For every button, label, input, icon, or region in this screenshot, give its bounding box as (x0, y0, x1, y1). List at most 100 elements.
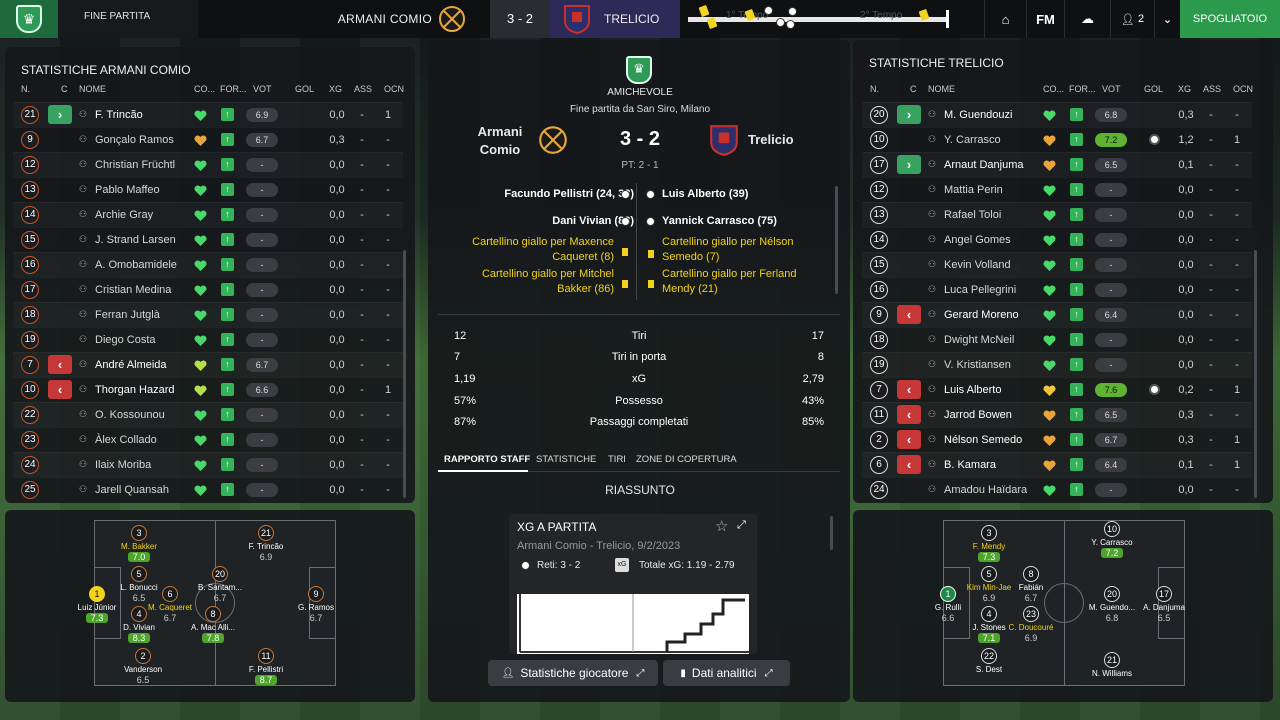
player-row[interactable]: 23 ⚇ Àlex Collado ↑ -0,0- - (13, 427, 403, 452)
home-table-scrollbar[interactable] (403, 250, 406, 498)
player-row[interactable]: 13 ⚇ Rafael Toloi ↑ -0,0- - (862, 202, 1252, 227)
player-name[interactable]: Luis Alberto (944, 384, 1001, 396)
col-header-name[interactable]: NOME (928, 84, 955, 94)
pitch-player[interactable]: 23 C. Doucouré 6.9 (996, 606, 1066, 643)
player-row[interactable]: 13 ⚇ Pablo Maffeo ↑ -0,0- - (13, 177, 403, 202)
expand-icon[interactable]: ⤢ (737, 519, 746, 532)
player-name[interactable]: B. Kamara (944, 459, 996, 471)
player-name[interactable]: Archie Gray (95, 209, 153, 221)
player-name[interactable]: Angel Gomes (944, 234, 1011, 246)
player-row[interactable]: 18 ⚇ Dwight McNeil ↑ -0,0- - (862, 327, 1252, 352)
pitch-player[interactable]: 17 A. Danjuma 6.5 (1129, 586, 1199, 623)
player-name[interactable]: André Almeida (95, 359, 167, 371)
tab-statistics[interactable]: STATISTICHE (536, 454, 596, 465)
player-name[interactable]: M. Guendouzi (944, 109, 1012, 121)
star-icon[interactable]: ☆ (715, 517, 728, 535)
player-name[interactable]: Diego Costa (95, 334, 156, 346)
col-header-vot[interactable]: VOT (1102, 84, 1121, 94)
player-name[interactable]: J. Strand Larsen (95, 234, 176, 246)
competition-logo[interactable]: ♛ (0, 0, 58, 38)
summary-scrollbar[interactable] (830, 516, 833, 550)
tab-coverage-zones[interactable]: ZONE DI COPERTURA (636, 454, 737, 465)
player-name[interactable]: Jarrod Bowen (944, 409, 1012, 421)
player-name[interactable]: O. Kossounou (95, 409, 165, 421)
col-header-ass[interactable]: ASS (354, 84, 372, 94)
col-header-vot[interactable]: VOT (253, 84, 272, 94)
player-row[interactable]: 9 ‹ ⚇ Gerard Moreno ↑ 6.4 0,0 - - (862, 302, 1252, 327)
player-row[interactable]: 7 ‹ ⚇ André Almeida ↑ 6.7 0,0 - - (13, 352, 403, 377)
player-row[interactable]: 15 ⚇ J. Strand Larsen ↑ -0,0- - (13, 227, 403, 252)
player-row[interactable]: 14 ⚇ Archie Gray ↑ -0,0- - (13, 202, 403, 227)
player-stats-button[interactable]: 👤︎ Statistiche giocatore ⤢ (488, 660, 658, 686)
player-name[interactable]: Thorgan Hazard (95, 384, 175, 396)
people-button[interactable]: 👤︎ 2 (1110, 0, 1154, 38)
dressing-room-button[interactable]: SPOGLIATOIO (1180, 0, 1280, 38)
player-row[interactable]: 11 ‹ ⚇ Jarrod Bowen ↑ 6.5 0,3 - - (862, 402, 1252, 427)
pitch-player[interactable]: 3 F. Mendy 7.3 (954, 525, 1024, 562)
col-header-c[interactable]: C (61, 84, 68, 94)
player-row[interactable]: 16 ⚇ A. Omobamidele ↑ -0,0- - (13, 252, 403, 277)
player-name[interactable]: Gerard Moreno (944, 309, 1019, 321)
player-name[interactable]: F. Trincão (95, 109, 143, 121)
away-table-scrollbar[interactable] (1254, 250, 1257, 498)
pitch-player[interactable]: 10 Y. Carrasco 7.2 (1077, 521, 1147, 558)
tab-staff-report[interactable]: RAPPORTO STAFF (444, 454, 530, 465)
player-name[interactable]: Christian Früchtl (95, 159, 175, 171)
col-header-co[interactable]: CO... (1043, 84, 1064, 94)
col-header-gol[interactable]: GOL (1144, 84, 1163, 94)
pitch-player[interactable]: 21 F. Trincão 6.9 (231, 525, 301, 562)
player-name[interactable]: Luca Pellegrini (944, 284, 1016, 296)
player-row[interactable]: 16 ⚇ Luca Pellegrini ↑ -0,0- - (862, 277, 1252, 302)
col-header-co[interactable]: CO... (194, 84, 215, 94)
scoreboard[interactable]: ARMANI COMIO 3 - 2 TRELICIO (300, 0, 680, 38)
player-row[interactable]: 20 › ⚇ M. Guendouzi ↑ 6.8 0,3 - - (862, 102, 1252, 127)
col-header-name[interactable]: NOME (79, 84, 106, 94)
pitch-player[interactable]: 4 D. Vivian 8.3 (104, 606, 174, 643)
player-row[interactable]: 12 ⚇ Mattia Perin ↑ -0,0- - (862, 177, 1252, 202)
col-header-xg[interactable]: XG (329, 84, 342, 94)
analytics-button[interactable]: ▮ Dati analitici ⤢ (663, 660, 790, 686)
col-header-for[interactable]: FOR... (220, 84, 247, 94)
fm-button[interactable]: FM (1026, 0, 1064, 38)
tab-shots[interactable]: TIRI (608, 454, 626, 465)
player-name[interactable]: Cristian Medina (95, 284, 171, 296)
pitch-player[interactable]: 21 N. Williams (1077, 652, 1147, 678)
player-name[interactable]: Ferran Jutglà (95, 309, 160, 321)
player-name[interactable]: Jarell Quansah (95, 484, 169, 496)
player-row[interactable]: 17 › ⚇ Arnaut Danjuma ↑ 6.5 0,1 - - (862, 152, 1252, 177)
player-row[interactable]: 2 ‹ ⚇ Nélson Semedo ↑ 6.7 0,3 - 1 (862, 427, 1252, 452)
pitch-player[interactable]: 11 F. Pellistri 8.7 (231, 648, 301, 685)
player-row[interactable]: 15 ⚇ Kevin Volland ↑ -0,0- - (862, 252, 1252, 277)
home-icon[interactable]: ⌂ (984, 0, 1026, 38)
chevron-down-icon[interactable]: ⌄ (1154, 0, 1180, 38)
player-name[interactable]: Àlex Collado (95, 434, 157, 446)
player-name[interactable]: Arnaut Danjuma (944, 159, 1024, 171)
player-name[interactable]: V. Kristiansen (944, 359, 1011, 371)
col-header-gol[interactable]: GOL (295, 84, 314, 94)
pitch-player[interactable]: 22 S. Dest (954, 648, 1024, 674)
col-header-n[interactable]: N. (21, 84, 30, 94)
player-row[interactable]: 21 › ⚇ F. Trincão ↑ 6.9 0,0 - 1 (13, 102, 403, 127)
player-row[interactable]: 24 ⚇ Amadou Haïdara ↑ -0,0- - (862, 477, 1252, 502)
col-header-for[interactable]: FOR... (1069, 84, 1096, 94)
pitch-player[interactable]: 3 M. Bakker 7.0 (104, 525, 174, 562)
pitch-player[interactable]: 8 Fabián 6.7 (996, 566, 1066, 603)
player-row[interactable]: 7 ‹ ⚇ Luis Alberto ↑ 7.6 0,2 - 1 (862, 377, 1252, 402)
player-row[interactable]: 19 ⚇ V. Kristiansen ↑ -0,0- - (862, 352, 1252, 377)
player-name[interactable]: Pablo Maffeo (95, 184, 160, 196)
col-header-ass[interactable]: ASS (1203, 84, 1221, 94)
player-name[interactable]: Y. Carrasco (944, 134, 1001, 146)
player-name[interactable]: Rafael Toloi (944, 209, 1001, 221)
player-row[interactable]: 22 ⚇ O. Kossounou ↑ -0,0- - (13, 402, 403, 427)
player-name[interactable]: Ilaix Moriba (95, 459, 151, 471)
player-row[interactable]: 24 ⚇ Ilaix Moriba ↑ -0,0- - (13, 452, 403, 477)
player-name[interactable]: Amadou Haïdara (944, 484, 1027, 496)
pitch-player[interactable]: 8 A. Mac Alli... 7.8 (178, 606, 248, 643)
col-header-c[interactable]: C (910, 84, 917, 94)
pitch-player[interactable]: 9 G. Ramos 6.7 (281, 586, 351, 623)
player-name[interactable]: Dwight McNeil (944, 334, 1014, 346)
player-row[interactable]: 14 ⚇ Angel Gomes ↑ -0,0- - (862, 227, 1252, 252)
weather-icon[interactable]: ☁ (1064, 0, 1110, 38)
player-name[interactable]: Gonçalo Ramos (95, 134, 174, 146)
col-header-ocn[interactable]: OCN (384, 84, 404, 94)
